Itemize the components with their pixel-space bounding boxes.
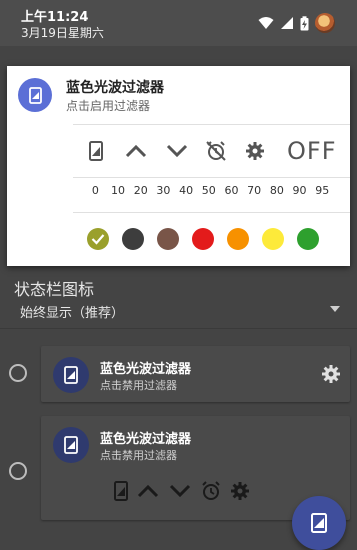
level-option[interactable]: 40: [175, 184, 198, 204]
level-option[interactable]: 95: [311, 184, 334, 204]
level-option[interactable]: 20: [129, 184, 152, 204]
level-option[interactable]: 70: [243, 184, 266, 204]
toggle-filter-button[interactable]: [81, 134, 111, 168]
dropdown-arrow-icon[interactable]: [330, 306, 340, 312]
filter-subtitle: 点击禁用过滤器: [100, 379, 177, 392]
fab-button[interactable]: [292, 496, 346, 550]
notification-card[interactable]: 蓝色光波过滤器 点击启用过滤器 OFF 0 10 20 30 40 50 60 70 80 90 9…: [7, 66, 350, 266]
gear-icon: [246, 142, 264, 160]
gear-icon[interactable]: [230, 481, 250, 501]
status-icons: [258, 10, 335, 36]
level-option[interactable]: 10: [107, 184, 130, 204]
status-date: 3月19日星期六: [21, 26, 104, 40]
gear-icon[interactable]: [321, 364, 341, 384]
filter-app-icon: [53, 357, 89, 393]
phone-filter-icon[interactable]: [114, 481, 128, 501]
phone-filter-icon: [64, 366, 78, 384]
statusbar-icon-setting-value[interactable]: 始终显示（推荐）: [20, 302, 124, 321]
alarm-off-icon: [206, 141, 226, 161]
color-swatch[interactable]: [87, 228, 109, 250]
phone-filter-icon: [89, 141, 103, 161]
color-swatch[interactable]: [157, 228, 179, 250]
filter-card-1[interactable]: 蓝色光波过滤器 点击禁用过滤器: [41, 346, 350, 402]
color-selector: [87, 228, 332, 250]
phone-filter-icon: [28, 86, 42, 104]
level-option[interactable]: 80: [266, 184, 289, 204]
level-option[interactable]: 0: [84, 184, 107, 204]
divider: [73, 212, 350, 213]
phone-filter-icon: [311, 513, 327, 533]
settings-button[interactable]: [240, 134, 270, 168]
level-option[interactable]: 30: [152, 184, 175, 204]
filter-subtitle: 点击禁用过滤器: [100, 449, 177, 462]
chevron-down-icon: [166, 144, 188, 158]
chevron-down-icon[interactable]: [168, 481, 192, 501]
color-swatch[interactable]: [262, 228, 284, 250]
wifi-icon: [258, 17, 274, 29]
filter-radio-2[interactable]: [9, 462, 27, 480]
decrease-level-button[interactable]: [162, 134, 192, 168]
level-option[interactable]: 90: [288, 184, 311, 204]
statusbar-icon-setting-title: 状态栏图标: [14, 280, 95, 299]
filter-name: 蓝色光波过滤器: [100, 362, 192, 377]
battery-charging-icon: [300, 15, 309, 30]
filter-app-icon: [53, 427, 89, 463]
checkmark-icon: [91, 234, 105, 245]
power-toggle-button[interactable]: OFF: [287, 134, 337, 168]
level-option[interactable]: 50: [197, 184, 220, 204]
divider: [73, 177, 350, 178]
color-swatch[interactable]: [122, 228, 144, 250]
chevron-up-icon[interactable]: [136, 481, 160, 501]
signal-icon: [281, 17, 293, 29]
color-swatch[interactable]: [192, 228, 214, 250]
status-bar: 上午11:24 3月19日星期六: [0, 0, 357, 46]
alarm-off-icon[interactable]: [200, 480, 222, 502]
notification-controls: OFF: [81, 134, 350, 168]
color-swatch[interactable]: [297, 228, 319, 250]
alarm-off-button[interactable]: [201, 134, 231, 168]
level-selector: 0 10 20 30 40 50 60 70 80 90 95: [84, 184, 334, 204]
filter-name: 蓝色光波过滤器: [100, 432, 192, 447]
level-option[interactable]: 60: [220, 184, 243, 204]
notification-subtitle[interactable]: 点击启用过滤器: [66, 97, 150, 114]
increase-level-button[interactable]: [121, 134, 151, 168]
divider: [0, 328, 357, 329]
divider: [73, 124, 350, 125]
phone-filter-icon: [64, 436, 78, 454]
avatar[interactable]: [315, 13, 335, 33]
color-swatch[interactable]: [227, 228, 249, 250]
notification-title: 蓝色光波过滤器: [66, 80, 164, 96]
notification-app-icon: [18, 78, 52, 112]
card-controls: [114, 476, 250, 506]
filter-radio-1[interactable]: [9, 364, 27, 382]
chevron-up-icon: [125, 144, 147, 158]
status-time: 上午11:24: [21, 10, 89, 25]
